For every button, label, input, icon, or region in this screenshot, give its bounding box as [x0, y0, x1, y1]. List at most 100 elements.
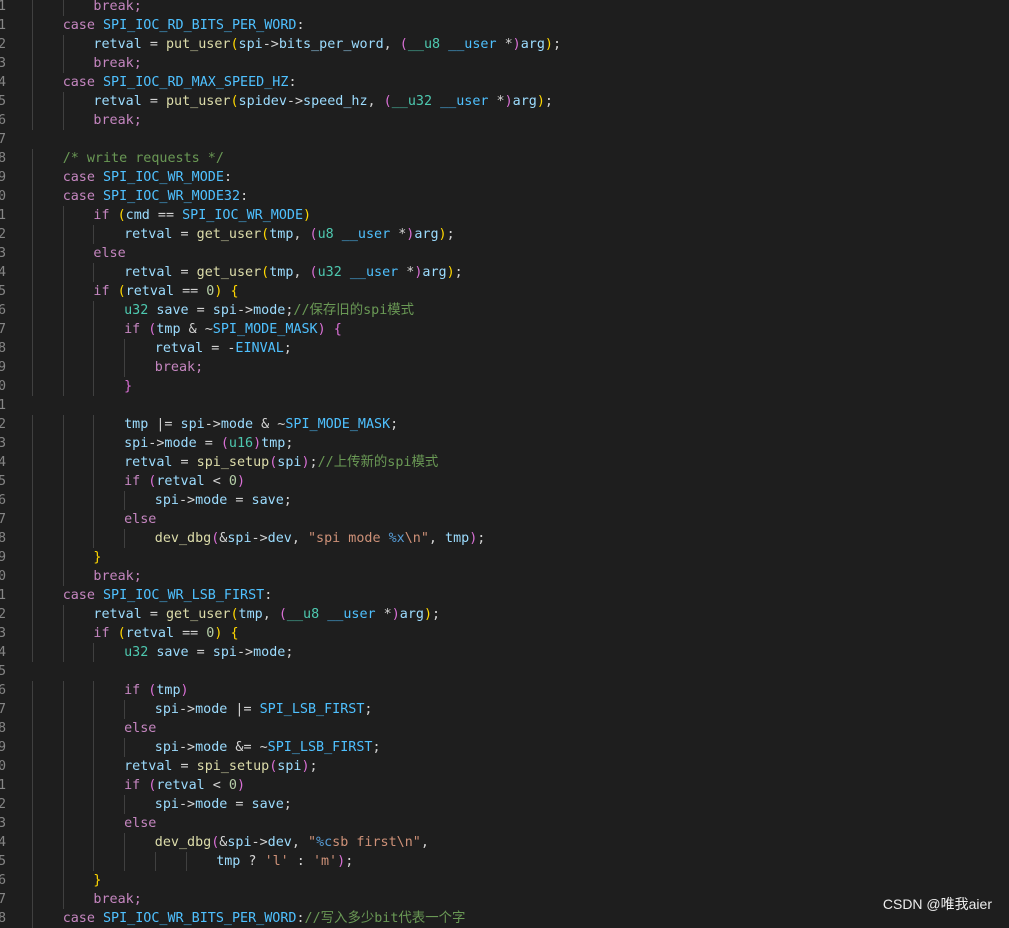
- code-line[interactable]: 2 retval = put_user(spi->bits_per_word, (…: [0, 35, 1009, 54]
- code-token: tmp: [269, 227, 294, 242]
- code-line[interactable]: 9 spi->mode &= ~SPI_LSB_FIRST;: [0, 738, 1009, 757]
- code-text: spi->mode = save;: [155, 795, 292, 814]
- code-line[interactable]: 2 spi->mode = save;: [0, 795, 1009, 814]
- code-line[interactable]: 7 else: [0, 510, 1009, 529]
- code-token: 'm': [312, 854, 338, 869]
- code-line[interactable]: 6 spi->mode = save;: [0, 491, 1009, 510]
- code-line[interactable]: 5 if (retval < 0): [0, 472, 1009, 491]
- code-token: spi: [154, 740, 179, 755]
- indent-guide: [32, 149, 33, 168]
- code-line[interactable]: 4 retval = get_user(tmp, (u32 __user *)ar…: [0, 263, 1009, 282]
- code-line[interactable]: 0 case SPI_IOC_WR_MODE32:: [0, 187, 1009, 206]
- code-token: ->: [178, 702, 196, 717]
- code-line[interactable]: 5: [0, 662, 1009, 681]
- indent-guide: [62, 890, 64, 909]
- code-token: arg: [422, 265, 447, 280]
- code-line[interactable]: 2 tmp |= spi->mode & ~SPI_MODE_MASK;: [0, 415, 1009, 434]
- indent-guide: [62, 320, 64, 339]
- code-line[interactable]: 3 if (retval == 0) {: [0, 624, 1009, 643]
- indent-guide: [32, 301, 33, 320]
- code-line[interactable]: 4 u32 save = spi->mode;: [0, 643, 1009, 662]
- code-line[interactable]: 7 spi->mode |= SPI_LSB_FIRST;: [0, 700, 1009, 719]
- code-line[interactable]: 9}: [0, 548, 1009, 567]
- code-line[interactable]: 7: [0, 130, 1009, 149]
- code-token: ==: [149, 208, 183, 223]
- code-token: spi: [227, 835, 252, 850]
- code-token: ;: [544, 94, 553, 109]
- indent-guide: [32, 852, 33, 871]
- code-token: SPI_IOC_WR_LSB_FIRST: [103, 588, 265, 603]
- code-line[interactable]: 9 break;: [0, 358, 1009, 377]
- code-line[interactable]: 9 case SPI_IOC_WR_MODE:: [0, 168, 1009, 187]
- code-line[interactable]: 8 else: [0, 719, 1009, 738]
- code-line[interactable]: 4 dev_dbg(&spi->dev, "%csb first\n",: [0, 833, 1009, 852]
- code-token: ): [303, 208, 312, 223]
- code-line[interactable]: 1 case SPI_IOC_RD_BITS_PER_WORD:: [0, 16, 1009, 35]
- code-token: }: [93, 550, 102, 565]
- code-text: }: [93, 548, 101, 567]
- indent-guide: [93, 643, 95, 662]
- code-token: spi: [154, 797, 179, 812]
- indent-guide: [62, 225, 64, 244]
- code-line[interactable]: 5 tmp ? 'l' : 'm');: [0, 852, 1009, 871]
- code-text: case SPI_IOC_WR_MODE32:: [63, 187, 248, 206]
- code-line[interactable]: 3 else: [0, 814, 1009, 833]
- code-token: spi: [227, 531, 252, 546]
- indent-guide: [32, 890, 33, 909]
- code-line[interactable]: 0 retval = spi_setup(spi);: [0, 757, 1009, 776]
- code-line[interactable]: 8 /* write requests */: [0, 149, 1009, 168]
- code-text: u32 save = spi->mode;//保存旧的spi模式: [124, 301, 414, 320]
- code-line[interactable]: 1: [0, 396, 1009, 415]
- line-number: 0: [0, 759, 7, 774]
- code-line[interactable]: 6}: [0, 871, 1009, 890]
- code-line[interactable]: 8 case SPI_IOC_WR_BITS_PER_WORD://写入多少bit…: [0, 909, 1009, 928]
- indent-guide: [32, 871, 33, 890]
- code-line[interactable]: 1 break;: [0, 0, 1009, 16]
- code-text: case SPI_IOC_WR_LSB_FIRST:: [63, 586, 273, 605]
- code-token: (: [309, 265, 318, 280]
- code-line[interactable]: 4 case SPI_IOC_RD_MAX_SPEED_HZ:: [0, 73, 1009, 92]
- code-line[interactable]: 6 if (tmp): [0, 681, 1009, 700]
- line-number: 3: [0, 56, 7, 71]
- code-token: =: [141, 37, 166, 52]
- code-token: =: [188, 303, 213, 318]
- line-number: 8: [0, 911, 7, 926]
- code-line[interactable]: 4 retval = spi_setup(spi);//上传新的spi模式: [0, 453, 1009, 472]
- line-number: 3: [0, 816, 7, 831]
- code-token: __u8: [407, 37, 441, 52]
- code-line[interactable]: 3 break;: [0, 54, 1009, 73]
- code-line[interactable]: 0 break;: [0, 567, 1009, 586]
- code-token: dev_dbg: [154, 531, 212, 546]
- code-line[interactable]: 5 retval = put_user(spidev->speed_hz, (__…: [0, 92, 1009, 111]
- indent-guide: [154, 852, 156, 871]
- code-token: ;: [364, 702, 373, 717]
- code-line[interactable]: 1 case SPI_IOC_WR_LSB_FIRST:: [0, 586, 1009, 605]
- code-line[interactable]: 6 break;: [0, 111, 1009, 130]
- code-line[interactable]: 1 if (retval < 0): [0, 776, 1009, 795]
- code-line[interactable]: 0}: [0, 377, 1009, 396]
- code-line[interactable]: 1 if (cmd == SPI_IOC_WR_MODE): [0, 206, 1009, 225]
- code-token: u8: [317, 227, 334, 242]
- code-token: 'l': [264, 854, 289, 869]
- code-token: __user: [349, 265, 399, 280]
- code-line[interactable]: 8 retval = -EINVAL;: [0, 339, 1009, 358]
- code-token: speed_hz: [303, 94, 368, 109]
- code-token: =: [172, 759, 197, 774]
- code-line[interactable]: 6 u32 save = spi->mode;//保存旧的spi模式: [0, 301, 1009, 320]
- code-line[interactable]: 3 else: [0, 244, 1009, 263]
- indent-guide: [93, 434, 95, 453]
- code-line[interactable]: 8 dev_dbg(&spi->dev, "spi mode %x\n", tmp…: [0, 529, 1009, 548]
- code-token: cmd: [125, 208, 150, 223]
- indent-guide: [62, 339, 64, 358]
- code-line[interactable]: 5 if (retval == 0) {: [0, 282, 1009, 301]
- code-line[interactable]: 2 retval = get_user(tmp, (__u8 __user *)a…: [0, 605, 1009, 624]
- code-editor[interactable]: 1 break; 1 case SPI_IOC_RD_BITS_PER_WORD: 2 r…: [0, 0, 1009, 928]
- code-line[interactable]: 7 break;: [0, 890, 1009, 909]
- code-token: (: [261, 227, 270, 242]
- code-line[interactable]: 3 spi->mode = (u16)tmp;: [0, 434, 1009, 453]
- code-line[interactable]: 7 if (tmp & ~SPI_MODE_MASK) {: [0, 320, 1009, 339]
- code-token: =: [227, 797, 252, 812]
- code-line[interactable]: 2 retval = get_user(tmp, (u8 __user *)arg…: [0, 225, 1009, 244]
